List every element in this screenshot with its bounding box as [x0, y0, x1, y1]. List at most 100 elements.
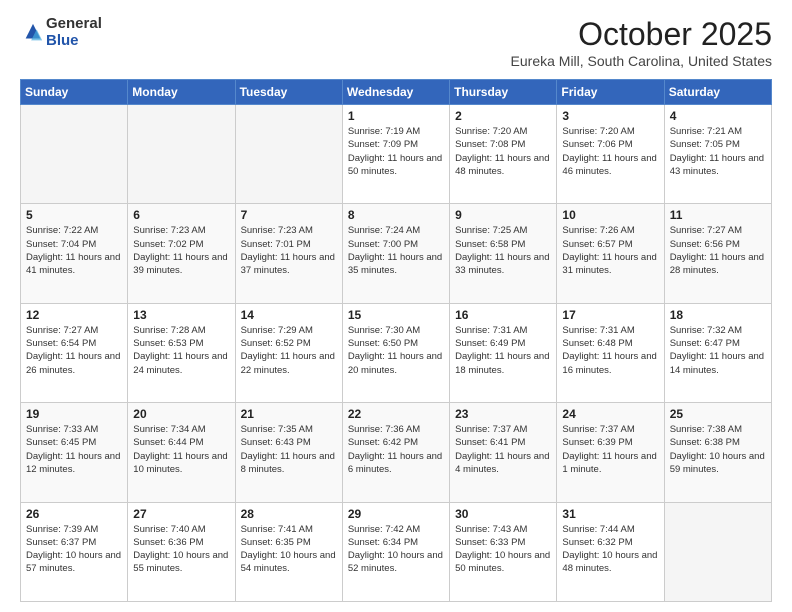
calendar-cell: 27Sunrise: 7:40 AM Sunset: 6:36 PM Dayli… [128, 502, 235, 601]
calendar-cell: 9 Sunrise: 7:25 AM Sunset: 6:58 PM Daylig… [450, 204, 557, 303]
day-number: 14 [241, 308, 337, 322]
calendar-cell: 12Sunrise: 7:27 AM Sunset: 6:54 PM Dayli… [21, 303, 128, 402]
logo-icon [22, 22, 44, 44]
day-number: 30 [455, 507, 551, 521]
weekday-header-tuesday: Tuesday [235, 80, 342, 105]
day-info: Sunrise: 7:33 AM Sunset: 6:45 PM Dayligh… [26, 423, 122, 476]
calendar-cell: 1Sunrise: 7:19 AM Sunset: 7:09 PM Daylig… [342, 105, 449, 204]
day-info: Sunrise: 7:32 AM Sunset: 6:47 PM Dayligh… [670, 324, 766, 377]
calendar-cell [21, 105, 128, 204]
day-number: 5 [26, 208, 122, 222]
day-info: Sunrise: 7:31 AM Sunset: 6:48 PM Dayligh… [562, 324, 658, 377]
day-number: 20 [133, 407, 229, 421]
calendar-cell: 13Sunrise: 7:28 AM Sunset: 6:53 PM Dayli… [128, 303, 235, 402]
calendar-cell: 23 Sunrise: 7:37 AM Sunset: 6:41 PM Dayli… [450, 403, 557, 502]
day-number: 24 [562, 407, 658, 421]
weekday-header-wednesday: Wednesday [342, 80, 449, 105]
day-number: 3 [562, 109, 658, 123]
calendar-cell: 7 Sunrise: 7:23 AM Sunset: 7:01 PM Daylig… [235, 204, 342, 303]
calendar-cell: 18Sunrise: 7:32 AM Sunset: 6:47 PM Dayli… [664, 303, 771, 402]
header: General Blue October 2025 Eureka Mill, S… [20, 16, 772, 69]
day-info: Sunrise: 7:28 AM Sunset: 6:53 PM Dayligh… [133, 324, 229, 377]
weekday-header-monday: Monday [128, 80, 235, 105]
day-info: Sunrise: 7:41 AM Sunset: 6:35 PM Dayligh… [241, 523, 337, 576]
calendar-cell: 22Sunrise: 7:36 AM Sunset: 6:42 PM Dayli… [342, 403, 449, 502]
day-info: Sunrise: 7:25 AM Sunset: 6:58 PM Dayligh… [455, 224, 551, 277]
calendar-week-row: 26Sunrise: 7:39 AM Sunset: 6:37 PM Dayli… [21, 502, 772, 601]
calendar-cell [128, 105, 235, 204]
day-info: Sunrise: 7:40 AM Sunset: 6:36 PM Dayligh… [133, 523, 229, 576]
day-info: Sunrise: 7:19 AM Sunset: 7:09 PM Dayligh… [348, 125, 444, 178]
calendar-cell: 4 Sunrise: 7:21 AM Sunset: 7:05 PM Daylig… [664, 105, 771, 204]
calendar-week-row: 1Sunrise: 7:19 AM Sunset: 7:09 PM Daylig… [21, 105, 772, 204]
calendar-cell [235, 105, 342, 204]
day-number: 9 [455, 208, 551, 222]
calendar-cell: 14 Sunrise: 7:29 AM Sunset: 6:52 PM Dayli… [235, 303, 342, 402]
calendar-week-row: 19Sunrise: 7:33 AM Sunset: 6:45 PM Dayli… [21, 403, 772, 502]
day-number: 16 [455, 308, 551, 322]
calendar-cell: 21Sunrise: 7:35 AM Sunset: 6:43 PM Dayli… [235, 403, 342, 502]
day-number: 6 [133, 208, 229, 222]
page: General Blue October 2025 Eureka Mill, S… [0, 0, 792, 612]
day-info: Sunrise: 7:21 AM Sunset: 7:05 PM Dayligh… [670, 125, 766, 178]
logo-blue: Blue [46, 33, 102, 50]
weekday-header-sunday: Sunday [21, 80, 128, 105]
calendar-cell: 8Sunrise: 7:24 AM Sunset: 7:00 PM Daylig… [342, 204, 449, 303]
day-info: Sunrise: 7:43 AM Sunset: 6:33 PM Dayligh… [455, 523, 551, 576]
day-info: Sunrise: 7:23 AM Sunset: 7:02 PM Dayligh… [133, 224, 229, 277]
day-info: Sunrise: 7:37 AM Sunset: 6:41 PM Dayligh… [455, 423, 551, 476]
weekday-header-row: SundayMondayTuesdayWednesdayThursdayFrid… [21, 80, 772, 105]
day-info: Sunrise: 7:39 AM Sunset: 6:37 PM Dayligh… [26, 523, 122, 576]
day-number: 4 [670, 109, 766, 123]
calendar-cell: 16 Sunrise: 7:31 AM Sunset: 6:49 PM Dayli… [450, 303, 557, 402]
calendar-cell: 3 Sunrise: 7:20 AM Sunset: 7:06 PM Daylig… [557, 105, 664, 204]
calendar-cell: 10 Sunrise: 7:26 AM Sunset: 6:57 PM Dayli… [557, 204, 664, 303]
day-info: Sunrise: 7:27 AM Sunset: 6:56 PM Dayligh… [670, 224, 766, 277]
weekday-header-thursday: Thursday [450, 80, 557, 105]
calendar-cell: 25Sunrise: 7:38 AM Sunset: 6:38 PM Dayli… [664, 403, 771, 502]
calendar-cell: 2Sunrise: 7:20 AM Sunset: 7:08 PM Daylig… [450, 105, 557, 204]
calendar-week-row: 5 Sunrise: 7:22 AM Sunset: 7:04 PM Daylig… [21, 204, 772, 303]
day-info: Sunrise: 7:22 AM Sunset: 7:04 PM Dayligh… [26, 224, 122, 277]
day-number: 10 [562, 208, 658, 222]
day-info: Sunrise: 7:26 AM Sunset: 6:57 PM Dayligh… [562, 224, 658, 277]
logo-general: General [46, 16, 102, 33]
month-title: October 2025 [511, 16, 772, 53]
day-number: 31 [562, 507, 658, 521]
day-number: 15 [348, 308, 444, 322]
day-info: Sunrise: 7:29 AM Sunset: 6:52 PM Dayligh… [241, 324, 337, 377]
calendar-cell: 24Sunrise: 7:37 AM Sunset: 6:39 PM Dayli… [557, 403, 664, 502]
calendar-cell: 28 Sunrise: 7:41 AM Sunset: 6:35 PM Dayli… [235, 502, 342, 601]
day-number: 28 [241, 507, 337, 521]
day-info: Sunrise: 7:34 AM Sunset: 6:44 PM Dayligh… [133, 423, 229, 476]
day-number: 7 [241, 208, 337, 222]
day-info: Sunrise: 7:24 AM Sunset: 7:00 PM Dayligh… [348, 224, 444, 277]
logo: General Blue [20, 16, 102, 49]
calendar-cell: 6 Sunrise: 7:23 AM Sunset: 7:02 PM Daylig… [128, 204, 235, 303]
calendar-cell: 15 Sunrise: 7:30 AM Sunset: 6:50 PM Dayli… [342, 303, 449, 402]
day-number: 2 [455, 109, 551, 123]
day-number: 12 [26, 308, 122, 322]
calendar-cell: 17Sunrise: 7:31 AM Sunset: 6:48 PM Dayli… [557, 303, 664, 402]
calendar-week-row: 12Sunrise: 7:27 AM Sunset: 6:54 PM Dayli… [21, 303, 772, 402]
day-number: 23 [455, 407, 551, 421]
day-info: Sunrise: 7:30 AM Sunset: 6:50 PM Dayligh… [348, 324, 444, 377]
day-number: 29 [348, 507, 444, 521]
day-info: Sunrise: 7:23 AM Sunset: 7:01 PM Dayligh… [241, 224, 337, 277]
weekday-header-friday: Friday [557, 80, 664, 105]
weekday-header-saturday: Saturday [664, 80, 771, 105]
calendar-cell: 20 Sunrise: 7:34 AM Sunset: 6:44 PM Dayli… [128, 403, 235, 502]
day-number: 22 [348, 407, 444, 421]
calendar-cell: 31 Sunrise: 7:44 AM Sunset: 6:32 PM Dayli… [557, 502, 664, 601]
title-block: October 2025 Eureka Mill, South Carolina… [511, 16, 772, 69]
day-info: Sunrise: 7:42 AM Sunset: 6:34 PM Dayligh… [348, 523, 444, 576]
calendar-cell: 11Sunrise: 7:27 AM Sunset: 6:56 PM Dayli… [664, 204, 771, 303]
day-info: Sunrise: 7:38 AM Sunset: 6:38 PM Dayligh… [670, 423, 766, 476]
day-info: Sunrise: 7:31 AM Sunset: 6:49 PM Dayligh… [455, 324, 551, 377]
calendar-cell: 19Sunrise: 7:33 AM Sunset: 6:45 PM Dayli… [21, 403, 128, 502]
calendar-cell [664, 502, 771, 601]
day-info: Sunrise: 7:44 AM Sunset: 6:32 PM Dayligh… [562, 523, 658, 576]
calendar-cell: 30 Sunrise: 7:43 AM Sunset: 6:33 PM Dayli… [450, 502, 557, 601]
day-info: Sunrise: 7:20 AM Sunset: 7:06 PM Dayligh… [562, 125, 658, 178]
calendar-table: SundayMondayTuesdayWednesdayThursdayFrid… [20, 79, 772, 602]
